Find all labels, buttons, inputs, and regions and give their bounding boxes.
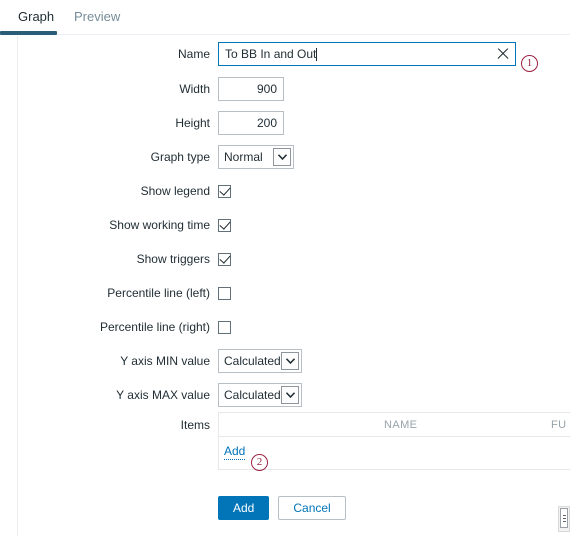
graph-type-label: Graph type (150, 150, 210, 164)
items-column-name: NAME (384, 419, 418, 431)
graph-type-select[interactable]: Normal (218, 145, 294, 169)
y-axis-max-control: Calculated (218, 378, 302, 412)
show-legend-control (218, 174, 231, 208)
show-triggers-checkbox[interactable] (218, 252, 231, 266)
width-input[interactable]: 900 (218, 77, 284, 101)
y-axis-max-value: Calculated (224, 388, 281, 402)
name-input-value: To BB In and Out (225, 47, 317, 61)
height-input[interactable]: 200 (218, 111, 284, 135)
form-row-graph-type: Graph type Normal (0, 140, 570, 174)
items-column-function: FU (551, 419, 567, 431)
chevron-down-icon[interactable] (281, 352, 299, 370)
show-working-time-control (218, 208, 231, 242)
graph-type-control: Normal (218, 140, 294, 174)
text-cursor (316, 47, 318, 61)
form-row-y-axis-max: Y axis MAX value Calculated (0, 378, 570, 412)
percentile-right-checkbox[interactable] (218, 320, 231, 334)
form-row-height: Height 200 (0, 106, 570, 140)
form-row-name: Name To BB In and Out (0, 36, 570, 72)
show-working-time-label: Show working time (109, 218, 210, 232)
show-working-time-checkbox[interactable] (218, 218, 231, 232)
tab-preview-label: Preview (74, 9, 121, 24)
submit-button[interactable]: Add (218, 496, 270, 520)
active-tab-indicator (0, 31, 57, 35)
name-label: Name (177, 47, 210, 61)
width-control: 900 (218, 72, 284, 106)
close-icon[interactable] (496, 47, 510, 61)
form-actions: Add Cancel (218, 496, 346, 520)
items-add-link[interactable]: Add (224, 444, 246, 460)
height-control: 200 (218, 106, 284, 140)
percentile-right-control (218, 310, 231, 344)
form-row-show-triggers: Show triggers (0, 242, 570, 276)
items-table-header: NAME FU (219, 413, 570, 437)
items-table: NAME FU Add (218, 412, 570, 470)
form-row-percentile-left: Percentile line (left) (0, 276, 570, 310)
percentile-right-label: Percentile line (right) (99, 320, 210, 334)
y-axis-max-select[interactable]: Calculated (218, 383, 302, 407)
items-table-body: Add (219, 437, 570, 469)
show-legend-label: Show legend (140, 184, 210, 198)
y-axis-min-label: Y axis MIN value (120, 354, 210, 368)
graph-configuration-form: Graph Preview Name To BB In and Out Widt… (0, 0, 570, 536)
show-legend-checkbox[interactable] (218, 184, 231, 198)
y-axis-min-control: Calculated (218, 344, 302, 378)
percentile-left-label: Percentile line (left) (107, 286, 210, 300)
chevron-down-icon[interactable] (281, 386, 299, 404)
name-control: To BB In and Out (218, 36, 516, 72)
items-label: Items (180, 418, 210, 432)
annotation-marker-1: 1 (521, 55, 538, 72)
y-axis-max-label: Y axis MAX value (116, 388, 210, 402)
show-triggers-control (218, 242, 231, 276)
y-axis-min-select[interactable]: Calculated (218, 349, 302, 373)
show-triggers-label: Show triggers (136, 252, 210, 266)
scrollbar-thumb[interactable] (560, 508, 568, 528)
width-label: Width (179, 82, 210, 96)
percentile-left-checkbox[interactable] (218, 286, 231, 300)
y-axis-min-value: Calculated (224, 354, 281, 368)
form-row-percentile-right: Percentile line (right) (0, 310, 570, 344)
cancel-button[interactable]: Cancel (278, 496, 346, 520)
form-row-width: Width 900 (0, 72, 570, 106)
graph-type-value: Normal (224, 150, 263, 164)
tab-preview[interactable]: Preview (62, 0, 132, 35)
tab-graph[interactable]: Graph (6, 0, 66, 35)
form-row-show-legend: Show legend (0, 174, 570, 208)
form-row-items: Items NAME FU Add (0, 412, 570, 472)
percentile-left-control (218, 276, 231, 310)
name-input[interactable]: To BB In and Out (218, 42, 516, 66)
tab-bar: Graph Preview (0, 0, 570, 35)
chevron-down-icon[interactable] (273, 148, 291, 166)
form-row-show-working-time: Show working time (0, 208, 570, 242)
form-body: Name To BB In and Out Width 900 Height 2… (0, 36, 570, 472)
tab-graph-label: Graph (18, 9, 55, 24)
form-row-y-axis-min: Y axis MIN value Calculated (0, 344, 570, 378)
annotation-marker-2: 2 (251, 454, 268, 471)
height-label: Height (175, 116, 210, 130)
